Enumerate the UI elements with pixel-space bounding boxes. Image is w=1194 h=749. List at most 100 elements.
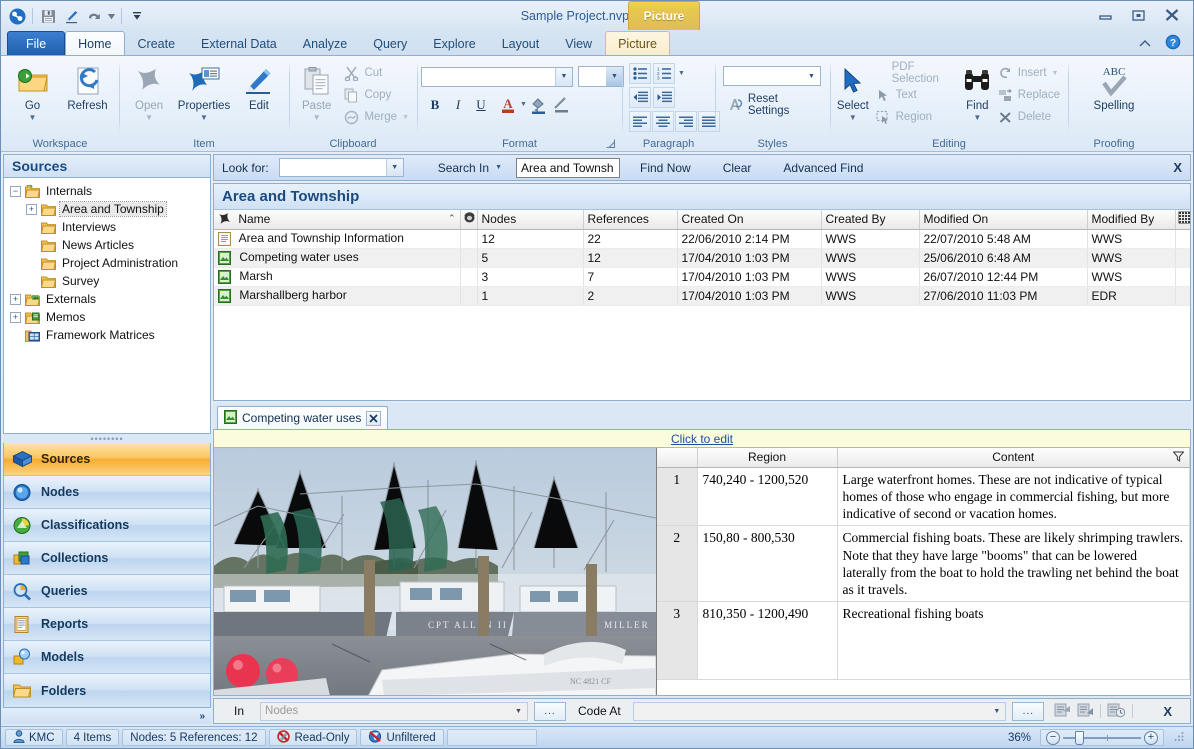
insert-dropdown-caret[interactable]: ▼: [1052, 70, 1059, 77]
detail-tab-strip[interactable]: Competing water uses: [213, 403, 1191, 429]
nav-button-sources[interactable]: Sources: [4, 443, 210, 476]
clear-button[interactable]: Clear: [717, 161, 758, 175]
click-to-edit-link[interactable]: Click to edit: [671, 432, 733, 446]
tree-item-survey[interactable]: Survey: [4, 272, 210, 290]
nav-button-folders[interactable]: Folders: [4, 674, 210, 707]
sources-table[interactable]: Name ⌃ Nodes References Created On: [214, 210, 1191, 306]
tab-picture[interactable]: Picture: [605, 31, 670, 55]
open-button[interactable]: Open ▼: [123, 61, 175, 122]
column-header-references[interactable]: References: [583, 210, 677, 229]
window-controls[interactable]: [1099, 9, 1193, 23]
zoom-out-button[interactable]: −: [1046, 731, 1060, 745]
chevron-down-icon[interactable]: ▼: [510, 703, 527, 720]
help-icon[interactable]: ?: [1165, 34, 1181, 53]
underline-button[interactable]: U: [470, 94, 492, 115]
region-row[interactable]: 2 150,80 - 800,530 Commercial fishing bo…: [657, 526, 1190, 602]
find-dropdown-caret[interactable]: ▼: [973, 114, 981, 122]
tab-query[interactable]: Query: [360, 31, 420, 55]
region-pane[interactable]: Region Content: [656, 448, 1190, 695]
text-select-button[interactable]: Text: [872, 84, 948, 106]
nav-splitter-grip[interactable]: ••••••••: [3, 434, 211, 443]
select-button[interactable]: Select ▼: [834, 61, 872, 122]
column-header-created-by[interactable]: Created By: [821, 210, 919, 229]
go-dropdown-caret[interactable]: ▼: [29, 114, 37, 122]
tree-item-interviews[interactable]: Interviews: [4, 218, 210, 236]
sources-tree[interactable]: − Internals + Area and Township: [3, 178, 211, 434]
tab-view[interactable]: View: [552, 31, 605, 55]
ribbon[interactable]: Go ▼ Refresh Workspace: [1, 56, 1193, 152]
bullet-list-button[interactable]: [629, 63, 651, 84]
close-coding-bar-button[interactable]: X: [1139, 704, 1184, 719]
tab-external-data[interactable]: External Data: [188, 31, 290, 55]
tree-item-area-and-township[interactable]: + Area and Township: [4, 200, 210, 218]
look-for-input[interactable]: ▼: [279, 158, 404, 177]
column-chooser-button[interactable]: [1175, 210, 1191, 229]
advanced-find-button[interactable]: Advanced Find: [777, 161, 869, 175]
copy-button[interactable]: Copy: [340, 84, 413, 106]
status-read-only[interactable]: Read-Only: [269, 729, 358, 746]
resize-grip-icon[interactable]: [1173, 730, 1185, 745]
tree-item-internals[interactable]: − Internals: [4, 182, 210, 200]
minimize-button[interactable]: [1099, 10, 1112, 23]
numbered-list-button[interactable]: 123: [653, 63, 675, 84]
look-for-value[interactable]: [280, 159, 386, 176]
tab-file[interactable]: File: [7, 31, 65, 55]
in-combo[interactable]: Nodes ▼: [260, 702, 528, 721]
tree-item-news-articles[interactable]: News Articles: [4, 236, 210, 254]
table-row[interactable]: Competing water uses 5 12 17/04/2010 1:0…: [214, 248, 1191, 267]
nav-button-list[interactable]: Sources Nodes Classifications: [3, 443, 211, 708]
column-header-region[interactable]: Region: [697, 448, 837, 467]
chevron-down-icon[interactable]: ▼: [386, 159, 403, 176]
go-button[interactable]: Go ▼: [5, 61, 60, 122]
column-header-modified-by[interactable]: Modified By: [1087, 210, 1175, 229]
column-header-content[interactable]: Content: [837, 448, 1190, 467]
undo-icon[interactable]: [84, 6, 104, 26]
nvivo-logo-icon[interactable]: [7, 6, 27, 26]
paste-button[interactable]: Paste ▼: [293, 61, 340, 122]
zoom-in-button[interactable]: +: [1144, 731, 1158, 745]
chevron-down-icon[interactable]: ▼: [988, 703, 1005, 720]
save-icon[interactable]: [38, 6, 58, 26]
quick-access-toolbar[interactable]: [1, 6, 147, 26]
nav-expand-button[interactable]: »: [3, 708, 211, 724]
format-dialog-launcher-icon[interactable]: [606, 139, 615, 150]
search-in-dropdown-caret[interactable]: ▼: [495, 164, 502, 171]
nav-button-reports[interactable]: Reports: [4, 608, 210, 641]
refresh-button[interactable]: Refresh: [60, 61, 115, 113]
font-color-dropdown-caret[interactable]: ▼: [520, 101, 527, 108]
table-row[interactable]: Area and Township Information 12 22 22/0…: [214, 229, 1191, 248]
align-right-button[interactable]: [675, 111, 697, 132]
ribbon-tab-strip[interactable]: File Home Create External Data Analyze Q…: [1, 31, 1193, 56]
nav-button-nodes[interactable]: Nodes: [4, 476, 210, 509]
column-header-nodes[interactable]: Nodes: [477, 210, 583, 229]
nav-button-queries[interactable]: Queries: [4, 575, 210, 608]
cut-button[interactable]: Cut: [340, 62, 413, 84]
chevron-down-icon[interactable]: ▼: [555, 68, 572, 86]
collapse-expander-icon[interactable]: −: [10, 186, 21, 197]
tab-explore[interactable]: Explore: [420, 31, 488, 55]
replace-button[interactable]: Replace: [994, 84, 1064, 106]
expand-expander-icon[interactable]: +: [10, 312, 21, 323]
properties-button[interactable]: Properties ▼: [175, 61, 233, 122]
in-value[interactable]: Nodes: [261, 703, 510, 720]
highlight-color-button[interactable]: [528, 94, 550, 115]
tab-layout[interactable]: Layout: [489, 31, 553, 55]
coding-bar[interactable]: In Nodes ▼ ... Code At ▼ ...: [213, 698, 1191, 724]
undo-dropdown-icon[interactable]: [107, 6, 116, 26]
code-selection-icon[interactable]: [1054, 702, 1071, 721]
column-header-created-on[interactable]: Created On: [677, 210, 821, 229]
zoom-slider-handle[interactable]: [1075, 731, 1084, 745]
merge-dropdown-caret[interactable]: ▼: [402, 114, 409, 121]
region-row[interactable]: 3 810,350 - 1200,490 Recreational fishin…: [657, 602, 1190, 680]
chevron-down-icon[interactable]: ▼: [606, 67, 623, 86]
font-family-combo[interactable]: ▼: [421, 67, 573, 87]
tree-item-framework-matrices[interactable]: Framework Matrices: [4, 326, 210, 344]
find-now-button[interactable]: Find Now: [634, 161, 697, 175]
region-row[interactable]: 1 740,240 - 1200,520 Large waterfront ho…: [657, 467, 1190, 526]
in-browse-button[interactable]: ...: [534, 702, 566, 721]
list-dropdown-caret[interactable]: ▼: [678, 70, 685, 77]
pdf-selection-button[interactable]: PDF Selection: [872, 62, 948, 84]
code-at-browse-button[interactable]: ...: [1012, 702, 1044, 721]
delete-button[interactable]: Delete: [994, 106, 1064, 128]
search-scope-box[interactable]: Area and Townsh: [516, 158, 620, 178]
